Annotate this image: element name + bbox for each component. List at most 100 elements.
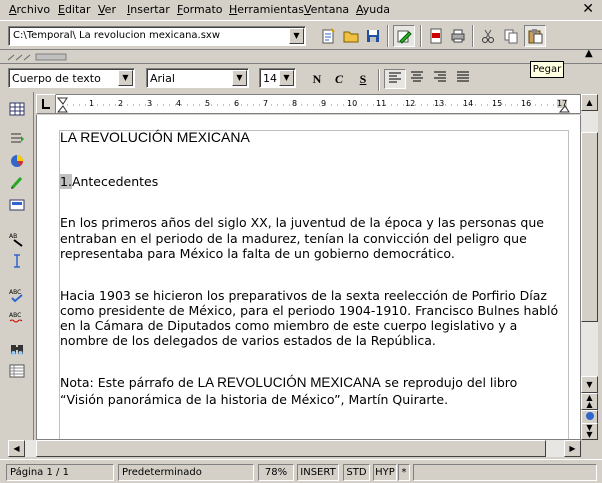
ruler-label: 9 — [321, 99, 327, 108]
note-line[interactable]: Nota: Este párrafo de LA REVOLUCIÓN MEXI… — [60, 375, 517, 390]
ruler-label: 3 — [147, 99, 153, 108]
ruler-label: 1 — [89, 99, 95, 108]
scroll-right-icon[interactable]: ▶ — [564, 440, 581, 457]
paragraph-line[interactable]: como presidente de México, para el perio… — [60, 303, 558, 318]
font-size-select[interactable]: 14 ▼ — [259, 68, 296, 88]
zoom-level[interactable]: 78% — [258, 464, 294, 481]
note-line[interactable]: “Visión panorámica de la historia de Méx… — [60, 392, 448, 407]
menu-herramientas[interactable]: Herramientas — [229, 3, 304, 16]
svg-text:ABC: ABC — [9, 289, 21, 296]
scroll-down-icon[interactable]: ▼ — [581, 376, 598, 393]
chevron-up-icon[interactable]: ▲ — [585, 48, 593, 59]
spellcheck-icon[interactable]: ABC — [6, 284, 28, 306]
document-title[interactable]: LA REVOLUCIÓN MEXICANA — [60, 129, 250, 145]
heading-line[interactable]: 1.Antecedentes — [60, 174, 158, 189]
export-pdf-icon[interactable] — [425, 25, 447, 47]
ruler-label: 2 — [118, 99, 124, 108]
edit-mode-icon[interactable] — [393, 25, 415, 47]
menu-ayuda[interactable]: Ayuda — [356, 3, 390, 16]
ruler-label: 12 — [405, 99, 416, 108]
modified-indicator: * — [398, 464, 410, 481]
insert-mode[interactable]: INSERT — [297, 464, 339, 481]
bold-button[interactable]: N — [306, 69, 328, 89]
menu-insertar[interactable]: Insertar — [127, 3, 170, 16]
paragraph-style-select[interactable]: Cuerpo de texto ▼ — [8, 68, 135, 88]
selection-mode[interactable]: STD — [343, 464, 370, 481]
function-bar: C:\Temporal\ La revolucion mexicana.sxw … — [0, 20, 602, 50]
copy-icon[interactable] — [500, 25, 522, 47]
scroll-up-icon[interactable]: ▲ — [581, 94, 598, 111]
main-toolbar: AB ABC ABC — [0, 92, 34, 457]
cut-icon[interactable] — [477, 25, 499, 47]
url-value: C:\Temporal\ La revolucion mexicana.sxw — [13, 30, 221, 41]
ruler-label: 7 — [263, 99, 269, 108]
print-icon[interactable] — [447, 25, 469, 47]
ruler-label: 8 — [292, 99, 298, 108]
save-icon[interactable] — [362, 25, 384, 47]
insert-table-icon[interactable] — [6, 98, 28, 120]
tab-stop-selector[interactable] — [36, 94, 56, 114]
paragraph-line[interactable]: nombre de los delegados de varios estado… — [60, 333, 436, 348]
paragraph-line[interactable]: Hacia 1903 se hicieron los preparativos … — [60, 288, 547, 303]
right-indent-marker-icon[interactable] — [559, 97, 571, 113]
next-page-icon[interactable]: ▼ ▼ — [581, 423, 598, 440]
edit-file-icon[interactable] — [317, 25, 339, 47]
chevron-down-icon[interactable]: ▼ — [232, 70, 247, 86]
heading-text: Antecedentes — [71, 174, 159, 189]
hyperlink-mode[interactable]: HYP — [373, 464, 397, 481]
vertical-scroll-thumb[interactable] — [581, 132, 598, 322]
status-bar: Página 1 / 1 Predeterminado 78% INSERT S… — [0, 459, 602, 483]
document-area[interactable]: LA REVOLUCIÓN MEXICANA 1.Antecedentes En… — [36, 115, 581, 440]
horizontal-ruler[interactable]: 1 2 3 4 5 6 7 8 9 10 11 12 13 14 15 16 1… — [36, 94, 581, 114]
font-size-value: 14 — [263, 72, 277, 85]
note-title: LA REVOLUCIÓN MEXICANA — [197, 375, 381, 390]
paragraph-line[interactable]: entraban en el periodo de la madurez, te… — [60, 231, 527, 246]
page-indicator[interactable]: Página 1 / 1 — [6, 464, 114, 481]
chevron-down-icon[interactable]: ▼ — [279, 70, 294, 86]
scroll-left-icon[interactable]: ◀ — [8, 440, 25, 457]
italic-button[interactable]: C — [328, 69, 350, 89]
underline-button[interactable]: S — [352, 69, 374, 89]
menu-formato[interactable]: Formato — [177, 3, 223, 16]
data-sources-icon[interactable] — [6, 360, 28, 382]
vertical-scrollbar[interactable]: ▲ ▼ ▲ ▲ ▼ ▼ — [581, 94, 598, 440]
chevron-down-icon[interactable]: ▼ — [289, 28, 304, 44]
menu-editar[interactable]: Editar — [58, 3, 91, 16]
menu-ver[interactable]: Ver — [98, 3, 116, 16]
insert-chart-icon[interactable] — [6, 150, 28, 172]
paragraph-line[interactable]: representaba para México la falta de un … — [60, 246, 455, 261]
page-style[interactable]: Predeterminado — [118, 464, 254, 481]
menu-archivo[interactable]: Archivo — [9, 3, 50, 16]
find-replace-icon[interactable] — [6, 338, 28, 360]
open-folder-icon[interactable] — [340, 25, 362, 47]
previous-page-icon[interactable]: ▲ ▲ — [581, 393, 598, 410]
font-name-select[interactable]: Arial ▼ — [146, 68, 249, 88]
paragraph-style-value: Cuerpo de texto — [12, 72, 101, 85]
horizontal-scroll-thumb[interactable] — [36, 440, 546, 457]
ruler-label: 15 — [492, 99, 503, 108]
justify-button[interactable] — [452, 69, 474, 89]
align-center-button[interactable] — [406, 69, 428, 89]
align-left-button[interactable] — [384, 69, 406, 89]
paste-icon[interactable] — [524, 25, 546, 47]
auto-spellcheck-icon[interactable]: ABC — [6, 306, 28, 328]
left-tab-icon — [42, 99, 50, 109]
ruler-label: 14 — [463, 99, 474, 108]
menu-ventana[interactable]: Ventana — [304, 3, 349, 16]
font-name-value: Arial — [150, 72, 175, 85]
form-functions-icon[interactable] — [6, 194, 28, 216]
ruler-label: 4 — [176, 99, 182, 108]
horizontal-scrollbar[interactable]: ◀ ▶ — [8, 440, 581, 457]
paragraph-line[interactable]: En los primeros años del siglo XX, la ju… — [60, 215, 544, 230]
draw-functions-icon[interactable] — [6, 172, 28, 194]
left-indent-marker-icon[interactable] — [57, 97, 69, 113]
toolbar-handle-icon[interactable] — [6, 52, 76, 62]
autocomplete-icon[interactable]: AB — [6, 228, 28, 250]
url-combobox[interactable]: C:\Temporal\ La revolucion mexicana.sxw … — [8, 26, 306, 46]
align-right-button[interactable] — [429, 69, 451, 89]
text-cursor-icon[interactable] — [6, 250, 28, 272]
chevron-down-icon[interactable]: ▼ — [118, 70, 133, 86]
insert-fields-icon[interactable] — [6, 128, 28, 150]
paragraph-line[interactable]: en la Cámara de Diputados como miembro d… — [60, 318, 517, 333]
close-document-icon[interactable]: ✕ — [582, 1, 594, 17]
